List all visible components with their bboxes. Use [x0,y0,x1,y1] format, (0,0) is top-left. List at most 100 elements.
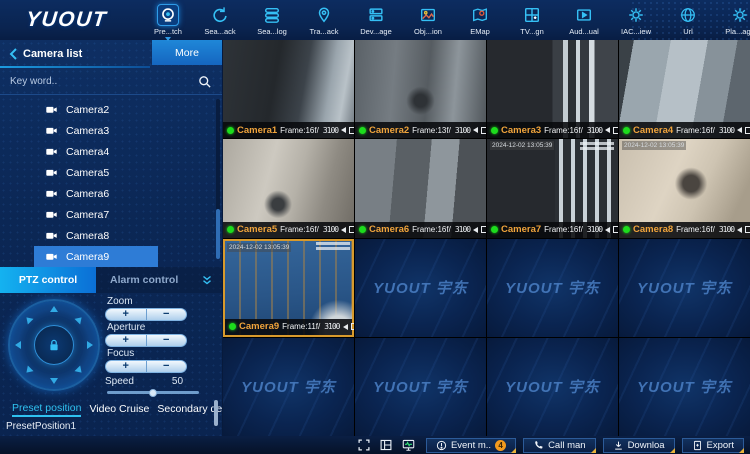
tree-item-camera5[interactable]: Camera5 [0,162,222,183]
stream-mode-icon[interactable] [745,127,750,134]
video-tile-camera9-selected[interactable]: 2024-12-02 13:05:39 Camera9 Frame:11f/ 3… [223,239,354,337]
event-message-button[interactable]: Event m.. 4 [426,438,516,453]
video-tile-camera1[interactable]: Camera1 Frame:16f/ 3100 [223,40,354,138]
nav-plan-manage[interactable]: Pla...age [717,4,750,36]
empty-tile[interactable]: YUOUT 宇东 [355,239,486,337]
preset-item-1[interactable]: PresetPosition1 [6,419,222,434]
video-tile-camera7[interactable]: 2024-12-02 13:05:39 Camera7 Frame:16f/ 3… [487,139,618,237]
stream-mode-icon[interactable] [613,127,618,134]
search-icon[interactable] [197,74,212,89]
ptz-down-arrow[interactable] [50,378,58,384]
empty-tile[interactable]: YUOUT 宇东 [355,338,486,436]
audio-icon[interactable] [473,127,478,133]
ptz-right-arrow[interactable] [87,341,93,349]
nav-preview-watch[interactable]: Pre...tch [145,4,191,36]
collapse-chevrons-icon[interactable] [200,273,214,287]
watermark-logo: YUOUT 宇东 [505,376,600,397]
zoom-label: Zoom [107,296,213,307]
audio-icon[interactable] [737,127,742,133]
fullscreen-icon[interactable] [357,438,371,452]
ptz-downleft-arrow[interactable] [24,366,34,376]
nav-device-manage[interactable]: Dev...age [353,4,399,36]
speed-slider[interactable] [107,391,199,394]
tvwall-icon [521,4,543,26]
ptz-upright-arrow[interactable] [75,315,85,325]
tree-scrollbar[interactable] [216,99,220,259]
tree-item-camera2[interactable]: Camera2 [0,99,222,120]
audio-icon[interactable] [737,227,742,233]
tab-preset-position[interactable]: Preset position [12,402,81,417]
nav-search-playback[interactable]: Sea...ack [197,4,243,36]
stream-mode-icon[interactable] [745,226,750,233]
empty-tile[interactable]: YUOUT 宇东 [619,239,750,337]
aperture-minus-button[interactable]: − [147,335,187,346]
tab-secondary-dev[interactable]: Secondary dev [157,403,222,415]
search-input[interactable] [0,76,197,87]
aperture-plus-button[interactable]: + [106,335,147,346]
back-chevron-icon[interactable] [8,48,18,60]
empty-tile[interactable]: YUOUT 宇东 [223,338,354,436]
speed-slider-thumb[interactable] [149,389,157,397]
audio-icon[interactable] [473,227,478,233]
ptz-up-arrow[interactable] [50,306,58,312]
tab-ptz-control[interactable]: PTZ control [0,267,96,293]
ptz-lock-button[interactable] [34,325,74,365]
preset-scrollbar-thumb[interactable] [214,400,218,426]
camera-icon [44,103,59,116]
stream-mode-icon[interactable] [349,127,354,134]
audio-icon[interactable] [605,127,610,133]
camera-icon [44,166,59,179]
video-tile-camera6[interactable]: Camera6 Frame:16f/ 3100 [355,139,486,237]
monitor-pulse-icon[interactable] [401,438,416,452]
tree-item-camera4[interactable]: Camera4 [0,141,222,162]
stream-mode-icon[interactable] [481,226,486,233]
ptz-upleft-arrow[interactable] [24,315,34,325]
export-button[interactable]: Export [682,438,744,453]
tab-alarm-control[interactable]: Alarm control [110,274,178,286]
call-manage-button[interactable]: Call man [523,438,596,453]
ptz-downright-arrow[interactable] [75,366,85,376]
online-status-dot [359,127,366,134]
nav-audio-visual[interactable]: Aud...ual [561,4,607,36]
more-button[interactable]: More [152,40,222,65]
download-button[interactable]: Downloa [603,438,675,453]
video-tile-camera3[interactable]: Camera3 Frame:16f/ 3100 [487,40,618,138]
empty-tile[interactable]: YUOUT 宇东 [487,239,618,337]
layout-icon[interactable] [379,438,393,452]
focus-minus-button[interactable]: − [147,361,187,372]
empty-tile[interactable]: YUOUT 宇东 [487,338,618,436]
zoom-plus-button[interactable]: + [106,309,147,320]
tab-video-cruise[interactable]: Video Cruise [89,403,149,415]
audio-icon[interactable] [341,227,346,233]
audio-icon[interactable] [343,324,348,330]
nav-object-recognition[interactable]: Obj...ion [405,4,451,36]
nav-iac-view[interactable]: IAC...iew [613,4,659,36]
tree-item-camera7[interactable]: Camera7 [0,204,222,225]
tree-item-camera6[interactable]: Camera6 [0,183,222,204]
ptz-joystick[interactable] [8,299,100,391]
audio-icon[interactable] [341,127,346,133]
nav-track-playback[interactable]: Tra...ack [301,4,347,36]
stream-mode-icon[interactable] [613,226,618,233]
tree-scrollbar-thumb[interactable] [216,209,220,259]
zoom-minus-button[interactable]: − [147,309,187,320]
timestamp-osd: 2024-12-02 13:05:39 [622,141,686,150]
video-tile-camera4[interactable]: Camera4 Frame:16f/ 3100 [619,40,750,138]
video-tile-camera2[interactable]: Camera2 Frame:13f/ 3100 [355,40,486,138]
nav-tvwall[interactable]: TV...gn [509,4,555,36]
empty-tile[interactable]: YUOUT 宇东 [619,338,750,436]
tree-item-camera3[interactable]: Camera3 [0,120,222,141]
tree-item-camera9-selected[interactable]: Camera9 [0,246,222,267]
nav-emap[interactable]: EMap [457,4,503,36]
nav-url[interactable]: Url [665,4,711,36]
stream-mode-icon[interactable] [349,226,354,233]
stream-mode-icon[interactable] [351,323,355,330]
ptz-left-arrow[interactable] [15,341,21,349]
nav-search-log[interactable]: Sea...log [249,4,295,36]
audio-icon[interactable] [605,227,610,233]
focus-plus-button[interactable]: + [106,361,147,372]
tree-item-camera8[interactable]: Camera8 [0,225,222,246]
video-tile-camera8[interactable]: 2024-12-02 13:05:39 Camera8 Frame:16f/ 3… [619,139,750,237]
video-tile-camera5[interactable]: Camera5 Frame:16f/ 3100 [223,139,354,237]
stream-mode-icon[interactable] [481,127,486,134]
